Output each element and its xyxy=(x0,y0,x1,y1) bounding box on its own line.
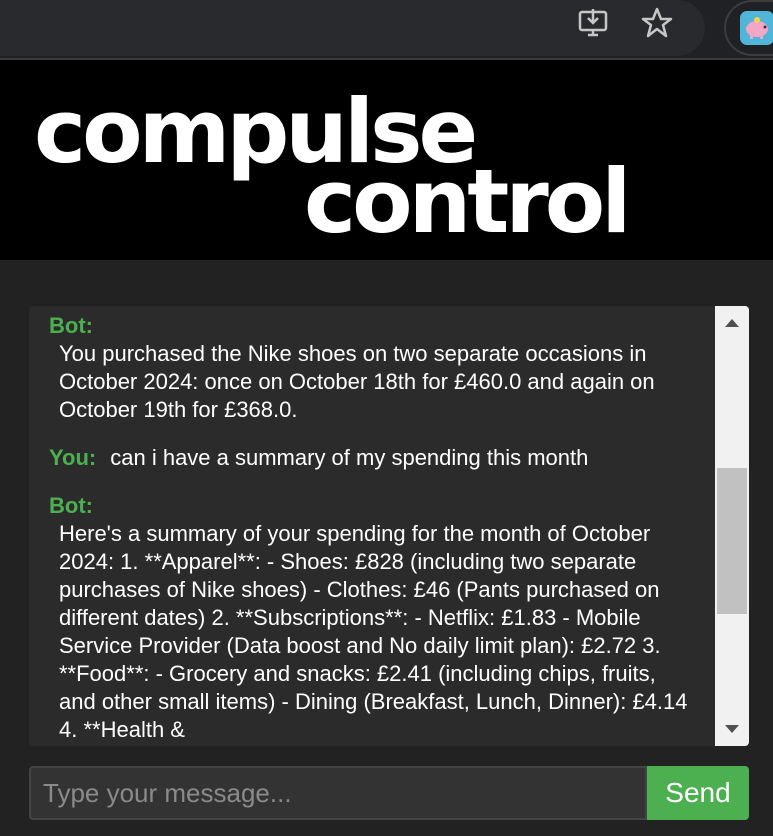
send-button[interactable]: Send xyxy=(647,766,749,820)
scroll-down-arrow-icon[interactable] xyxy=(715,712,749,746)
message-sender: Bot: xyxy=(49,313,93,338)
address-bar-end xyxy=(0,0,705,56)
bot-message: Bot: You purchased the Nike shoes on two… xyxy=(49,312,699,424)
logo-text-line2: control xyxy=(304,150,631,253)
message-input[interactable] xyxy=(29,766,647,820)
user-message: You: can i have a summary of my spending … xyxy=(49,444,709,472)
scrollbar-thumb[interactable] xyxy=(717,468,747,614)
message-sender: Bot: xyxy=(49,493,93,518)
bot-message: Bot: Here's a summary of your spending f… xyxy=(49,492,699,744)
scrollbar[interactable] xyxy=(715,306,749,746)
extension-button[interactable] xyxy=(724,0,773,56)
star-icon[interactable] xyxy=(640,6,674,40)
scroll-up-arrow-icon[interactable] xyxy=(715,306,749,340)
message-text: can i have a summary of my spending this… xyxy=(110,445,589,470)
message-sender: You: xyxy=(49,445,97,470)
install-app-icon[interactable] xyxy=(576,6,610,40)
app-header: compulse control xyxy=(0,60,773,260)
chat-box[interactable]: Bot: You purchased the Nike shoes on two… xyxy=(29,306,749,746)
piggy-bank-icon xyxy=(740,11,773,45)
message-list[interactable]: Bot: You purchased the Nike shoes on two… xyxy=(29,306,715,746)
browser-toolbar xyxy=(0,0,773,58)
message-text: Here's a summary of your spending for th… xyxy=(59,521,688,742)
message-text: You purchased the Nike shoes on two sepa… xyxy=(59,341,655,422)
